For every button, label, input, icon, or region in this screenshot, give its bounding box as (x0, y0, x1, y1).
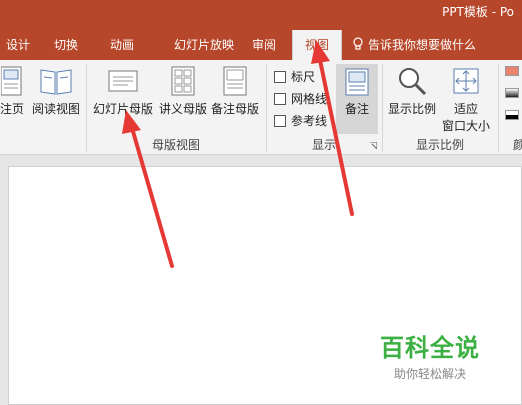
grayscale-swatch (505, 88, 519, 98)
tab-slideshow[interactable]: 幻灯片放映 (156, 30, 252, 60)
watermark-sub-text: 助你轻松解决 (393, 367, 466, 381)
group-separator (498, 64, 499, 152)
color-grayscale-swatches[interactable] (505, 66, 519, 120)
notes-page-button[interactable]: 注页 (0, 66, 28, 117)
group-separator (86, 64, 87, 152)
fit-window-icon (453, 68, 479, 94)
watermark-logo: 百科全说 助你轻松解决 (380, 328, 480, 382)
tab-review[interactable]: 审阅 (244, 30, 284, 60)
notes-master-icon (223, 66, 247, 96)
tab-transitions[interactable]: 切换 (48, 30, 84, 60)
window-title: PPT模板 - Po (442, 5, 514, 19)
lightbulb-icon (353, 37, 363, 50)
handout-master-button[interactable]: 讲义母版 (158, 66, 208, 117)
slide-master-button[interactable]: 幻灯片母版 (92, 66, 154, 117)
fit-to-window-button[interactable]: 适应 窗口大小 (438, 66, 494, 134)
color-group-label: 颜 (512, 138, 522, 152)
zoom-button[interactable]: 显示比例 (386, 66, 438, 117)
tab-design[interactable]: 设计 (0, 30, 36, 60)
tell-me-label: 告诉我你想要做什么 (368, 38, 477, 52)
tab-animations[interactable]: 动画 (102, 30, 142, 60)
tell-me-search[interactable]: 告诉我你想要做什么 (352, 30, 476, 60)
tab-view[interactable]: 视图 (292, 30, 342, 60)
reading-view-icon (40, 69, 72, 95)
notes-toggle-button[interactable]: 备注 (336, 64, 378, 134)
gridlines-checkbox[interactable]: 网格线 (274, 90, 327, 107)
ruler-checkbox[interactable]: 标尺 (274, 68, 315, 85)
watermark-main-text: 百科全说 (380, 334, 480, 362)
notes-master-button[interactable]: 备注母版 (210, 66, 260, 117)
guides-checkbox[interactable]: 参考线 (274, 112, 327, 129)
reading-view-button[interactable]: 阅读视图 (30, 66, 82, 117)
group-separator (266, 64, 267, 152)
notes-page-icon (1, 66, 22, 96)
notes-icon (345, 68, 369, 96)
dialog-launcher-icon[interactable] (370, 142, 377, 149)
black-white-swatch (505, 110, 519, 120)
group-separator (382, 64, 383, 152)
master-views-group-label: 母版视图 (151, 138, 200, 152)
show-group-label: 显示 (311, 138, 336, 152)
ribbon: 注页 阅读视图 幻灯片母版 讲义母版 备注母版 母版视图 标尺 网格线 参考线 … (0, 60, 522, 155)
handout-master-icon (171, 66, 195, 96)
title-tab-bar: PPT模板 - Po 设计 切换 动画 幻灯片放映 审阅 视图 告诉我你想要做什… (0, 0, 522, 60)
slide-master-icon (108, 70, 138, 92)
magnifier-icon (399, 68, 427, 96)
color-swatch (505, 66, 519, 76)
zoom-group-label: 显示比例 (415, 138, 464, 152)
